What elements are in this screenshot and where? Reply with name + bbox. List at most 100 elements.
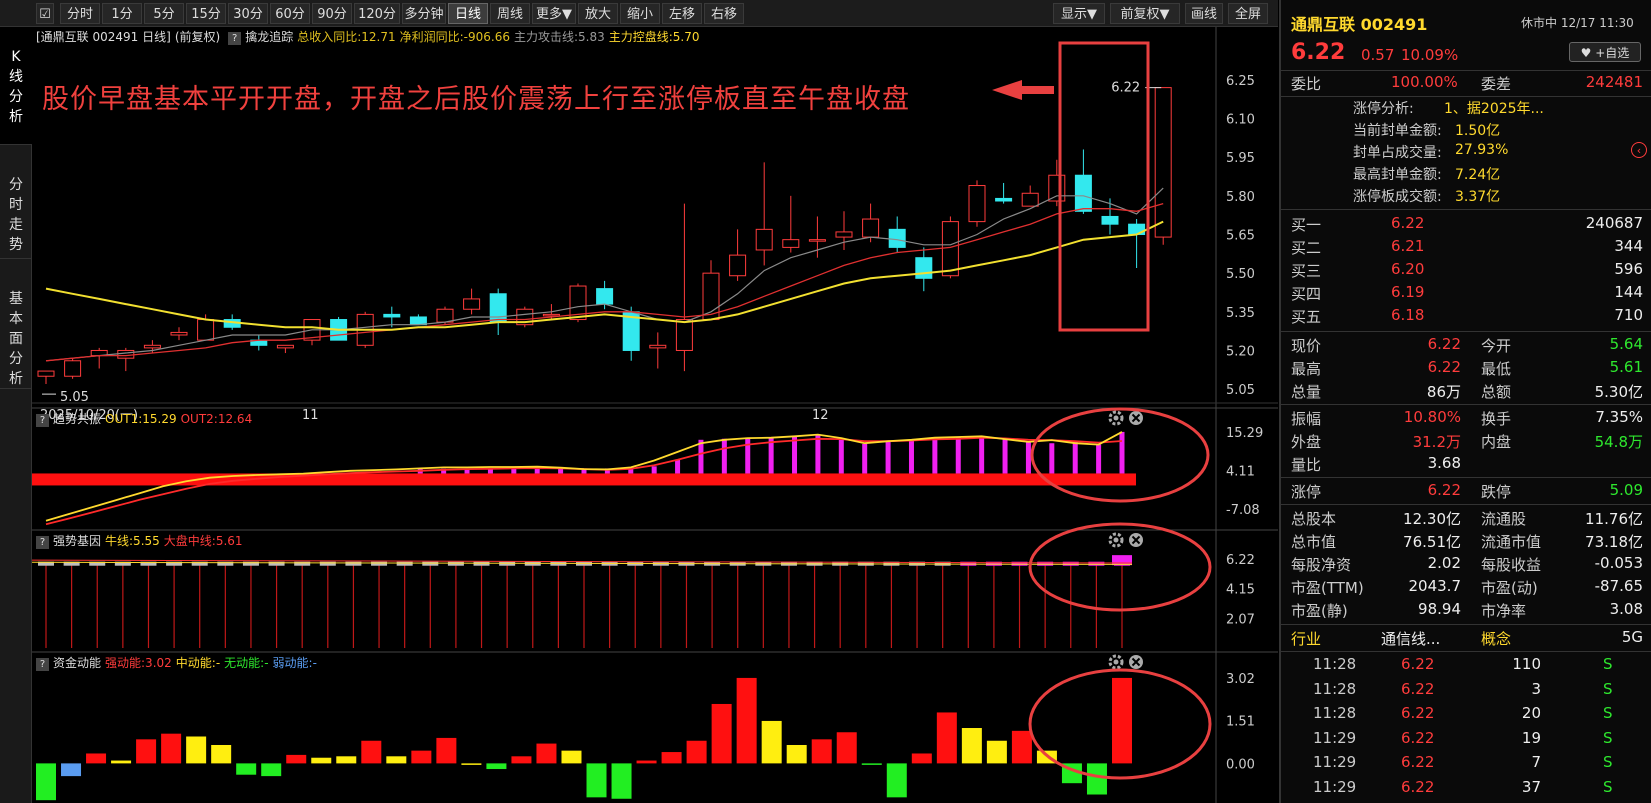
momentum-bar-6 [186,736,207,764]
period-button-6[interactable]: 90分 [312,3,352,24]
period-button-14[interactable]: 左移 [662,3,702,24]
period-button-1[interactable]: 1分 [102,3,142,24]
limit-info-value-1: 1.50亿 [1455,123,1501,139]
candle-body [941,221,959,277]
momentum-bar-4 [136,739,157,764]
momentum-bar-14 [386,756,407,764]
candle-body [1074,174,1092,212]
candle-body [995,197,1013,202]
candle-27 [755,162,773,266]
period-button-0[interactable]: 分时 [60,3,100,24]
stat4-label-a-4: 市盈(静) [1291,602,1348,620]
period-button-2[interactable]: 5分 [144,3,184,24]
candle-body [489,293,507,323]
limit-info-label-2: 封单占成交量: [1353,145,1442,161]
concept-value[interactable]: 5G [1551,628,1643,646]
gear-icon[interactable] [1108,410,1124,426]
momentum-bar-31 [811,739,832,764]
period-button-10[interactable]: 周线 [490,3,530,24]
industry-value[interactable]: 通信线... [1381,628,1440,649]
bid-label-1: 买二 [1291,239,1322,257]
toolbar-right-0[interactable]: 显示▼ [1053,3,1105,24]
tick-price-1: 6.22 [1401,679,1435,698]
add-watchlist-button[interactable]: ♥ +自选 [1569,42,1641,62]
panel-title[interactable]: 资金动能 [53,656,101,670]
gene-block-11 [319,561,336,566]
stat4-value-b-2: -0.053 [1594,554,1643,572]
period-button-15[interactable]: 右移 [704,3,744,24]
gene-block-13 [371,561,388,566]
collapse-arrow-icon[interactable]: ‹ [1631,142,1647,158]
bid-price-4[interactable]: 6.18 [1391,306,1424,324]
help-icon[interactable]: ? [228,32,242,45]
stat3-value-b-0: 5.09 [1609,481,1643,499]
separator [1281,70,1651,71]
momentum-bar-25 [661,752,682,764]
trend-bar-46 [1119,431,1125,474]
panel3-y-tick-1: 1.51 [1226,715,1255,730]
period-button-8[interactable]: 多分钟 [402,3,446,24]
period-button-13[interactable]: 缩小 [620,3,660,24]
toolbar-right-1[interactable]: 前复权▼ [1110,3,1180,24]
candle-22 [622,306,640,361]
period-button-9[interactable]: 日线 [448,3,488,24]
side-tab-2[interactable]: 基本面分析 [0,259,32,389]
close-icon[interactable] [1129,655,1143,669]
tick-time-2: 11:28 [1313,704,1357,722]
help-icon[interactable]: ? [36,536,49,549]
tick-volume-2: 20 [1521,704,1541,722]
stat3-label-b-0: 跌停 [1481,483,1512,501]
period-button-4[interactable]: 30分 [228,3,268,24]
close-icon[interactable] [1129,533,1143,547]
bid-price-1[interactable]: 6.21 [1391,237,1424,255]
bid-price-0[interactable]: 6.22 [1391,214,1424,232]
stat2-label-a-1: 外盘 [1291,433,1322,451]
stat4-label-b-4: 市净率 [1481,602,1527,620]
toolbar-right-3[interactable]: 全屏 [1228,3,1268,24]
candle-body [383,313,401,318]
candle-body [1128,223,1146,235]
momentum-bar-8 [236,763,257,775]
period-button-12[interactable]: 放大 [578,3,618,24]
separator [1281,331,1651,332]
period-button-5[interactable]: 60分 [270,3,310,24]
panel1-y-tick-1: 4.11 [1226,464,1255,479]
help-icon[interactable]: ? [36,658,49,671]
gene-last-block [1112,555,1132,566]
bid-price-3[interactable]: 6.19 [1391,283,1424,301]
period-button-11[interactable]: 更多▼ [532,3,576,24]
period-button-7[interactable]: 120分 [354,3,400,24]
stat4-value-b-1: 73.18亿 [1585,533,1643,551]
candle-body [37,370,55,377]
side-tab-0[interactable]: K线分析 [0,27,32,145]
panel-title[interactable]: 趋势共振 [53,412,101,426]
limit-info-value-3: 7.24亿 [1455,167,1501,183]
trend-bar-42 [1025,441,1031,474]
momentum-bar-36 [936,712,957,764]
bid-price-2[interactable]: 6.20 [1391,260,1424,278]
panel-title[interactable]: 强势基因 [53,534,101,548]
panel2-y-tick-1: 4.15 [1226,583,1255,598]
tick-time-1: 11:28 [1313,679,1357,698]
candle-16 [463,288,481,315]
chart-area: 6.25 6.10 5.95 5.80 5.65 5.50 5.35 5.20 5.05 5.05… [32,27,1278,803]
tick-side-5: S [1603,777,1613,796]
close-icon[interactable] [1129,411,1143,425]
momentum-bar-38 [986,740,1007,764]
x-tick-label-1: 11 [302,408,319,423]
gear-icon[interactable] [1108,532,1124,548]
stat2-value-a-1: 31.2万 [1412,433,1461,451]
toolbar-right-2[interactable]: 画线 [1185,3,1223,24]
stat4-label-a-3: 市盈(TTM) [1291,579,1364,597]
momentum-bar-27 [711,703,732,764]
period-button-3[interactable]: 15分 [186,3,226,24]
gear-icon[interactable] [1108,654,1124,670]
tick-price-5: 6.22 [1401,777,1435,796]
indicator-name[interactable]: 擒龙追踪 [245,30,293,44]
side-tab-1[interactable]: 分时走势 [0,145,32,259]
panel-legend-0: 牛线:5.55 [105,534,160,548]
candle-24 [675,203,693,372]
candle-28 [782,195,800,253]
help-icon[interactable]: ? [36,414,49,427]
checkbox-icon[interactable]: ☑ [36,3,54,24]
